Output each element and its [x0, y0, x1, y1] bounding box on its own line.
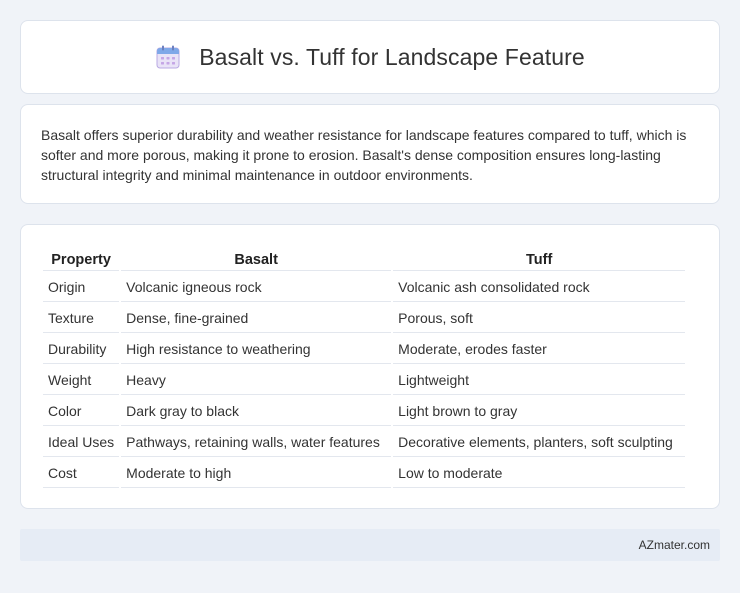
property-cell: Origin: [43, 273, 120, 302]
tuff-cell: Porous, soft: [393, 304, 686, 333]
header-tuff: Tuff: [393, 249, 686, 271]
tuff-cell: Low to moderate: [393, 459, 686, 488]
table-row: Cost Moderate to high Low to moderate: [43, 459, 686, 488]
tuff-cell: Lightweight: [393, 366, 686, 395]
property-cell: Cost: [43, 459, 120, 488]
property-cell: Durability: [43, 335, 120, 364]
property-cell: Weight: [43, 366, 120, 395]
table-row: Weight Heavy Lightweight: [43, 366, 686, 395]
tuff-cell: Decorative elements, planters, soft scul…: [393, 428, 686, 457]
property-cell: Color: [43, 397, 120, 426]
basalt-cell: Heavy: [121, 366, 392, 395]
summary-text: Basalt offers superior durability and we…: [41, 127, 687, 183]
table-row: Ideal Uses Pathways, retaining walls, wa…: [43, 428, 686, 457]
table-row: Origin Volcanic igneous rock Volcanic as…: [43, 273, 686, 302]
table-row: Durability High resistance to weathering…: [43, 335, 686, 364]
calendar-icon: [156, 45, 180, 69]
basalt-cell: Volcanic igneous rock: [121, 273, 392, 302]
table-row: Color Dark gray to black Light brown to …: [43, 397, 686, 426]
footer-link[interactable]: AZmater.com: [639, 538, 710, 552]
basalt-cell: High resistance to weathering: [121, 335, 392, 364]
header-property: Property: [43, 249, 120, 271]
summary-card: Basalt offers superior durability and we…: [20, 104, 720, 204]
tuff-cell: Moderate, erodes faster: [393, 335, 686, 364]
property-cell: Ideal Uses: [43, 428, 120, 457]
table-header-row: Property Basalt Tuff: [43, 249, 686, 271]
comparison-card: Property Basalt Tuff Origin Volcanic ign…: [20, 224, 720, 509]
comparison-table: Property Basalt Tuff Origin Volcanic ign…: [41, 247, 687, 490]
basalt-cell: Dark gray to black: [121, 397, 392, 426]
basalt-cell: Pathways, retaining walls, water feature…: [121, 428, 392, 457]
title-wrap: Basalt vs. Tuff for Landscape Feature: [155, 44, 585, 71]
basalt-cell: Dense, fine-grained: [121, 304, 392, 333]
basalt-cell: Moderate to high: [121, 459, 392, 488]
tuff-cell: Light brown to gray: [393, 397, 686, 426]
property-cell: Texture: [43, 304, 120, 333]
table-row: Texture Dense, fine-grained Porous, soft: [43, 304, 686, 333]
tuff-cell: Volcanic ash consolidated rock: [393, 273, 686, 302]
page-title: Basalt vs. Tuff for Landscape Feature: [199, 43, 585, 70]
title-card: Basalt vs. Tuff for Landscape Feature: [20, 20, 720, 94]
footer: AZmater.com: [20, 529, 720, 561]
header-basalt: Basalt: [121, 249, 392, 271]
